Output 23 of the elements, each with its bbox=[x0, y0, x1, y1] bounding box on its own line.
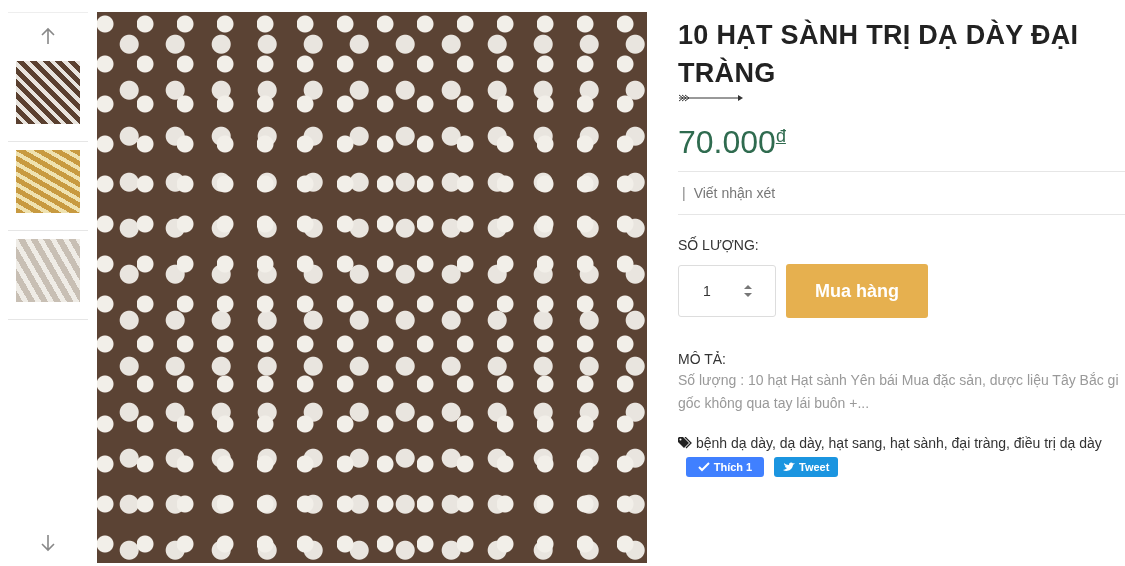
thumbnail-photo-placeholder[interactable] bbox=[16, 239, 80, 302]
up-arrow-icon[interactable] bbox=[40, 27, 56, 45]
thumbnail-photo-placeholder[interactable] bbox=[16, 61, 80, 124]
product-price: 70.000 bbox=[678, 124, 776, 161]
write-review-link[interactable]: Viết nhận xét bbox=[693, 185, 776, 201]
arrow-divider-icon bbox=[678, 94, 744, 102]
bird-icon bbox=[783, 462, 795, 472]
description-text: Số lượng : 10 hạt Hạt sành Yên bái Mua đặc sản, dược liệu Tây Bắc gi gốc không qua tay lái buôn +... bbox=[678, 371, 1120, 413]
product-title: 10 HẠT SÀNH TRỊ DẠ DÀY ĐẠI TRÀNG bbox=[678, 18, 1080, 90]
thumbnail-photo-placeholder[interactable] bbox=[16, 150, 80, 213]
spinner-arrows-icon[interactable] bbox=[743, 283, 753, 299]
down-arrow-icon[interactable] bbox=[40, 534, 56, 552]
tweet-button[interactable]: Tweet bbox=[774, 457, 839, 477]
buy-button[interactable]: Mua hàng bbox=[786, 264, 928, 318]
description-label: MÔ TẢ: bbox=[678, 351, 727, 367]
tag-icon bbox=[678, 437, 692, 449]
like-button[interactable]: Thích 1 bbox=[686, 457, 764, 477]
tags-text: bệnh dạ dày, dạ dày, hạt sang, hạt sành, đại tràng, điều trị dạ dày bbox=[696, 435, 1102, 451]
check-icon bbox=[697, 462, 710, 472]
currency-symbol: đ bbox=[775, 126, 786, 146]
quantity-field[interactable]: 1 bbox=[678, 265, 776, 317]
separator-mark: | bbox=[682, 185, 686, 201]
quantity-label: SỐ LƯỢNG: bbox=[678, 237, 760, 253]
